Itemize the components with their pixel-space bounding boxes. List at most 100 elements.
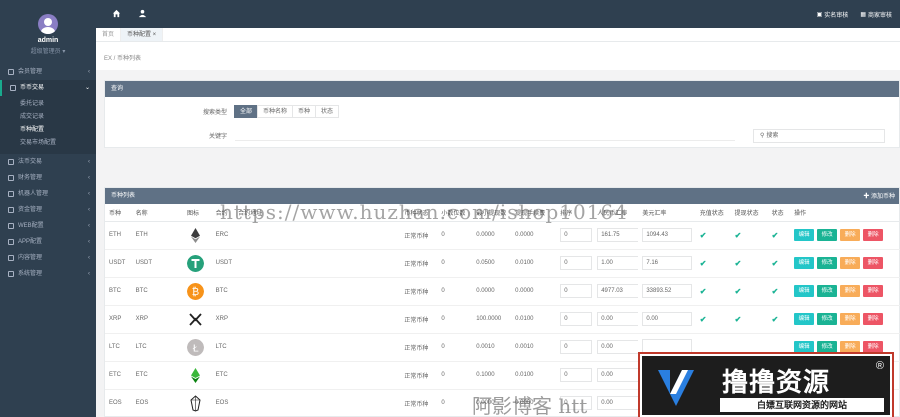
check-icon[interactable]: ✔ xyxy=(700,259,707,268)
sidebar-item-finance[interactable]: 财务管理 ‹ xyxy=(0,170,96,186)
segment-all[interactable]: 全部 xyxy=(234,105,259,118)
cny-rate-input[interactable]: 161.75 xyxy=(597,228,639,242)
usd-rate-input[interactable]: 33893.52 xyxy=(642,284,693,298)
delete-button[interactable]: 删除 xyxy=(863,285,884,297)
cny-rate-input[interactable]: 0.00 xyxy=(597,340,639,354)
sidebar-item-content[interactable]: 内容管理 ‹ xyxy=(0,250,96,266)
cell-withdraw-status: ✔ xyxy=(730,305,768,334)
check-icon[interactable]: ✔ xyxy=(735,231,742,240)
tab-home[interactable]: 首页 xyxy=(96,28,122,41)
cell-decimals: 0 xyxy=(437,221,473,250)
sidebar-item-web-config[interactable]: WEB配置 ‹ xyxy=(0,218,96,234)
sidebar-item-spot-trading[interactable]: 币币交易 ⌄ xyxy=(0,80,96,96)
check-icon[interactable]: ✔ xyxy=(700,315,707,324)
sidebar-item-members[interactable]: 会员管理 ‹ xyxy=(0,64,96,80)
check-icon[interactable]: ✔ xyxy=(772,259,779,268)
home-icon[interactable] xyxy=(112,9,121,18)
sort-input[interactable]: 0 xyxy=(560,228,593,242)
submenu-orders[interactable]: 委托记录 xyxy=(0,98,96,111)
warn-button[interactable]: 删除 xyxy=(840,257,861,269)
cell-min-withdraw: 0.1000 xyxy=(472,361,512,390)
modify-button[interactable]: 修改 xyxy=(817,257,838,269)
modify-button[interactable]: 修改 xyxy=(817,285,838,297)
check-icon[interactable]: ✔ xyxy=(735,315,742,324)
sidebar-item-app-config[interactable]: APP配置 ‹ xyxy=(0,234,96,250)
sort-input[interactable]: 0 xyxy=(560,312,593,326)
sort-input[interactable]: 0 xyxy=(560,284,593,298)
usd-rate-input[interactable]: 0.00 xyxy=(642,312,693,326)
logo-mark-icon xyxy=(658,370,694,406)
cell-coin: USDT xyxy=(105,249,132,278)
sidebar-item-robots[interactable]: 机器人管理 ‹ xyxy=(0,186,96,202)
edit-button[interactable]: 编辑 xyxy=(794,313,815,325)
cell-status: 正常币种 xyxy=(400,249,438,278)
realname-audit-link[interactable]: ▣ 实名审核 xyxy=(817,10,849,19)
usd-rate-input[interactable]: 7.16 xyxy=(642,256,693,270)
user-role[interactable]: 超级管理员 ▾ xyxy=(0,46,96,55)
cell-actions: 编辑修改删除删除 xyxy=(790,221,900,250)
modify-button[interactable]: 修改 xyxy=(817,313,838,325)
link-label: 商家审核 xyxy=(867,13,892,19)
check-icon[interactable]: ✔ xyxy=(772,287,779,296)
btc-coin-icon: ₿ xyxy=(182,277,212,306)
cny-rate-input[interactable]: 0.00 xyxy=(597,312,639,326)
search-button[interactable]: ⚲ 搜索 xyxy=(753,129,885,143)
check-icon[interactable]: ✔ xyxy=(772,315,779,324)
tab-coin-config[interactable]: 币种配置 × xyxy=(121,28,164,41)
delete-button[interactable]: 删除 xyxy=(863,341,884,353)
edit-button[interactable]: 编辑 xyxy=(794,257,815,269)
check-icon[interactable]: ✔ xyxy=(700,231,707,240)
check-icon[interactable]: ✔ xyxy=(772,231,779,240)
merchant-audit-link[interactable]: ▦ 商家审核 xyxy=(860,10,892,19)
user-icon[interactable] xyxy=(138,9,147,18)
warn-button[interactable]: 删除 xyxy=(840,285,861,297)
warn-button[interactable]: 删除 xyxy=(840,229,861,241)
warn-button[interactable]: 删除 xyxy=(840,341,861,353)
add-coin-button[interactable]: ✚ 添加币种 xyxy=(863,191,895,200)
modify-button[interactable]: 修改 xyxy=(817,229,838,241)
modify-button[interactable]: 修改 xyxy=(817,341,838,353)
sidebar-item-otc[interactable]: 法币交易 ‹ xyxy=(0,154,96,170)
submenu-coin-config[interactable]: 币种配置 xyxy=(0,124,96,137)
document-icon xyxy=(8,255,14,261)
sidebar-item-funds[interactable]: 资金管理 ‹ xyxy=(0,202,96,218)
delete-button[interactable]: 删除 xyxy=(863,313,884,325)
col-header[interactable]: 名称 xyxy=(131,204,183,222)
avatar[interactable] xyxy=(38,14,58,34)
warn-button[interactable]: 删除 xyxy=(840,313,861,325)
sort-input[interactable]: 0 xyxy=(560,256,593,270)
usd-rate-input[interactable]: 1094.43 xyxy=(642,228,693,242)
cny-rate-input[interactable]: 0.00 xyxy=(597,396,639,410)
edit-button[interactable]: 编辑 xyxy=(794,341,815,353)
check-icon[interactable]: ✔ xyxy=(735,287,742,296)
edit-button[interactable]: 编辑 xyxy=(794,229,815,241)
profile: admin 超级管理员 ▾ xyxy=(0,0,96,64)
sort-input[interactable]: 0 xyxy=(560,340,593,354)
chevron-left-icon: ‹ xyxy=(88,191,90,197)
delete-button[interactable]: 删除 xyxy=(863,257,884,269)
cny-rate-input[interactable]: 0.00 xyxy=(597,368,639,382)
segment-coin[interactable]: 币种 xyxy=(292,105,317,118)
sort-input[interactable]: 0 xyxy=(560,368,593,382)
segment-coin-name[interactable]: 币种名称 xyxy=(257,105,294,118)
sidebar-item-system[interactable]: 系统管理 ‹ xyxy=(0,266,96,282)
submenu-trades[interactable]: 成交记录 xyxy=(0,111,96,124)
edit-button[interactable]: 编辑 xyxy=(794,285,815,297)
keyword-input[interactable] xyxy=(235,129,735,141)
check-icon[interactable]: ✔ xyxy=(700,287,707,296)
cell-coin: LTC xyxy=(105,333,132,362)
cny-rate-input[interactable]: 1.00 xyxy=(597,256,639,270)
check-icon[interactable]: ✔ xyxy=(735,259,742,268)
user-name[interactable]: admin xyxy=(0,37,96,44)
col-header: 操作 xyxy=(790,204,900,222)
xrp-coin-icon xyxy=(182,305,212,334)
usd-rate-input[interactable] xyxy=(642,339,693,353)
delete-button[interactable]: 删除 xyxy=(863,229,884,241)
submenu-market-config[interactable]: 交易市场配置 xyxy=(0,137,96,150)
cell-status: 正常币种 xyxy=(400,333,438,362)
segment-status[interactable]: 状态 xyxy=(315,105,340,118)
cell-status: 正常币种 xyxy=(400,221,438,250)
col-header[interactable]: 币种 xyxy=(105,204,132,222)
cny-rate-input[interactable]: 4977.03 xyxy=(597,284,639,298)
cell-withdraw-status: ✔ xyxy=(730,221,768,250)
